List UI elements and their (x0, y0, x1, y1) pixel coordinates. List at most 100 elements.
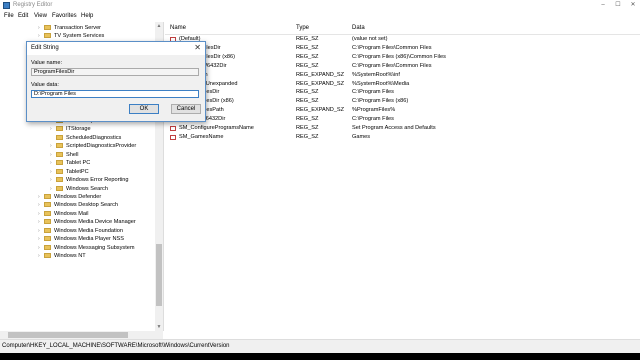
tree-item[interactable]: › ITStorage (50, 125, 91, 133)
folder-icon (44, 219, 51, 225)
value-name: SM_ConfigureProgramsName (179, 125, 254, 131)
tree-item[interactable]: › Windows Mail (38, 210, 89, 218)
tree-item[interactable]: › Windows Media Foundation (38, 227, 123, 235)
value-type: REG_EXPAND_SZ (296, 80, 345, 87)
tree-item[interactable]: › Tablet PC (50, 159, 90, 167)
folder-icon (44, 33, 51, 39)
tree-item-label: Windows Media Device Manager (54, 219, 136, 226)
tree-item[interactable]: › Windows Desktop Search (38, 201, 118, 209)
value-type: REG_SZ (296, 53, 319, 60)
value-data: (value not set) (352, 36, 388, 42)
tree-scroll-thumb[interactable] (156, 244, 162, 306)
tree-item[interactable]: › Windows Media Player NSS (38, 235, 124, 243)
string-value-icon (170, 126, 176, 131)
tree-item[interactable]: › Shell (50, 151, 78, 159)
folder-icon (56, 134, 63, 140)
value-row[interactable]: ProgramW6432DirREG_SZC:\Program Files (165, 115, 640, 124)
tree-item[interactable]: › Windows NT (38, 252, 86, 260)
value-row[interactable]: DevicePathREG_EXPAND_SZ%SystemRoot%\inf (165, 71, 640, 80)
title-bar: Registry Editor – ☐ ✕ (0, 0, 640, 11)
dialog-body: Value name: ProgramFilesDir Value data: … (27, 55, 205, 121)
window-title: Registry Editor (13, 2, 53, 8)
value-data: C:\Program Files (352, 116, 394, 123)
column-name[interactable]: Name (170, 25, 186, 31)
value-row[interactable]: ProgramFilesDirREG_SZC:\Program Files (165, 88, 640, 97)
menu-help[interactable]: Help (81, 13, 93, 19)
value-type: REG_EXPAND_SZ (296, 71, 345, 78)
value-data-label: Value data: (31, 82, 59, 88)
status-path: Computer\HKEY_LOCAL_MACHINE\SOFTWARE\Mic… (2, 343, 230, 349)
value-row[interactable]: CommonW6432DirREG_SZC:\Program Files\Com… (165, 62, 640, 71)
tree-item[interactable]: › TabletPC (50, 168, 89, 176)
ok-button[interactable]: OK (129, 104, 159, 114)
folder-icon (44, 202, 51, 208)
value-row[interactable]: (Default) REG_SZ (value not set) (165, 35, 640, 44)
folder-icon (56, 126, 63, 132)
column-data[interactable]: Data (352, 25, 365, 31)
menu-file[interactable]: File (4, 13, 14, 19)
tree-item[interactable]: › Windows Messaging Subsystem (38, 244, 135, 252)
value-data: Set Program Access and Defaults (352, 125, 436, 131)
folder-icon (56, 185, 63, 191)
folder-icon (56, 177, 63, 183)
value-type: REG_SZ (296, 125, 319, 131)
tree-item-label: ScheduledDiagnostics (66, 134, 122, 141)
tree-item[interactable]: › ScriptedDiagnosticsProvider (50, 142, 136, 150)
value-data: %SystemRoot%\inf (352, 71, 400, 78)
maximize-button[interactable]: ☐ (611, 1, 625, 10)
value-row[interactable]: MediaPathUnexpanded REG_EXPAND_SZ %SystemR… (165, 80, 640, 89)
value-data-input[interactable]: D:\Program Files (31, 90, 199, 98)
tree-item[interactable]: › Windows Error Reporting (50, 176, 129, 184)
value-data: %SystemRoot%\Media (352, 80, 410, 87)
folder-icon (56, 160, 63, 166)
value-row[interactable]: CommonFilesDir (x86) REG_SZ C:\Program Fil… (165, 53, 640, 62)
tree-horizontal-scrollbar[interactable] (0, 331, 163, 339)
folder-icon (44, 236, 51, 242)
folder-icon (44, 253, 51, 259)
menu-edit[interactable]: Edit (18, 13, 28, 19)
value-row[interactable]: SM_GamesName REG_SZ Games (165, 133, 640, 142)
tree-item-label: Shell (66, 151, 79, 158)
minimize-button[interactable]: – (596, 1, 610, 10)
tree-item-label: Windows Messaging Subsystem (54, 244, 135, 251)
value-data: C:\Program Files\Common Files (352, 44, 432, 51)
dialog-close-icon[interactable]: ✕ (194, 43, 201, 52)
folder-icon (44, 227, 51, 233)
tree-item-label: ITStorage (66, 126, 91, 133)
value-row[interactable]: ProgramFilesPathREG_EXPAND_SZ%ProgramFil… (165, 106, 640, 115)
registry-app-icon (3, 2, 10, 9)
value-data: %ProgramFiles% (352, 107, 396, 114)
value-row[interactable]: CommonFilesDirREG_SZC:\Program Files\Com… (165, 44, 640, 53)
tree-item-label: Windows Media Player NSS (54, 236, 124, 243)
value-type: REG_SZ (296, 62, 319, 69)
folder-icon (44, 194, 51, 199)
tree-item[interactable]: ScheduledDiagnostics (50, 134, 121, 142)
folder-icon (44, 210, 51, 216)
value-type: REG_EXPAND_SZ (296, 107, 345, 114)
string-value-icon (170, 134, 176, 140)
tree-item-label: Windows Defender (54, 194, 102, 200)
column-type[interactable]: Type (296, 25, 309, 31)
tree-item[interactable]: › Windows Search (50, 185, 108, 193)
scroll-up-arrow-icon[interactable]: ▲ (155, 22, 163, 30)
tree-item[interactable]: › Transaction Server (38, 24, 101, 32)
value-data: Games (352, 133, 371, 140)
scroll-down-arrow-icon[interactable]: ▼ (155, 323, 163, 331)
menu-favorites[interactable]: Favorites (52, 13, 77, 19)
menu-view[interactable]: View (34, 13, 47, 19)
tree-item[interactable]: › Windows Media Device Manager (38, 218, 136, 226)
tree-item[interactable]: › Windows Defender (38, 193, 101, 201)
tree-hscroll-thumb[interactable] (8, 332, 128, 338)
tree-item-label: Windows NT (54, 253, 86, 260)
value-data: C:\Program Files (x86) (352, 98, 409, 105)
tree-item-label: Windows Search (66, 185, 108, 192)
status-bar: Computer\HKEY_LOCAL_MACHINE\SOFTWARE\Mic… (0, 339, 640, 353)
value-row[interactable]: SM_ConfigureProgramsName REG_SZ Set Progra… (165, 124, 640, 133)
tree-item-label: Windows Mail (54, 210, 89, 217)
tree-item[interactable]: › TV System Services (38, 32, 104, 40)
value-row[interactable]: ProgramFilesDir (x86) REG_SZ C:\Program Fi… (165, 97, 640, 106)
cancel-button[interactable]: Cancel (171, 104, 201, 114)
value-type: REG_SZ (296, 89, 319, 96)
close-button[interactable]: ✕ (626, 1, 640, 10)
tree-item-label: ScriptedDiagnosticsProvider (66, 143, 137, 150)
